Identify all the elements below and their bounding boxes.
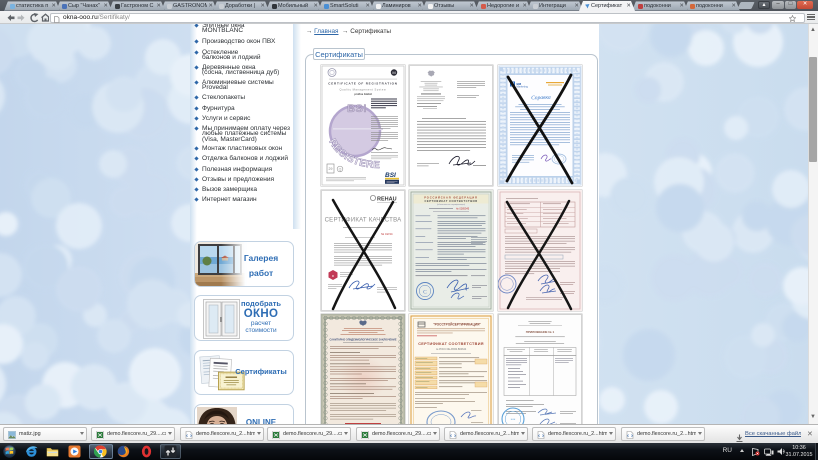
- svg-text:M: M: [392, 70, 395, 75]
- svg-text:СЕРТИФИКАТ СООТВЕТСТВИЯ: СЕРТИФИКАТ СООТВЕТСТВИЯ: [425, 199, 478, 203]
- svg-text:Справка: Справка: [531, 94, 551, 101]
- svg-text:Quality Management System: Quality Management System: [339, 87, 386, 91]
- svg-text:***: ***: [510, 417, 515, 422]
- svg-text:СЕРТИФИКАТ КАЧЕСТВА: СЕРТИФИКАТ КАЧЕСТВА: [324, 216, 402, 223]
- svg-text:№ 0285545: № 0285545: [456, 207, 470, 210]
- svg-text:BSI: BSI: [347, 103, 367, 115]
- svg-text:"РОССТРОЙСЕРТИФИКАЦИЯ": "РОССТРОЙСЕРТИФИКАЦИЯ": [433, 323, 481, 327]
- svg-text:CERTIFICATE OF REGISTRATION: CERTIFICATE OF REGISTRATION: [328, 81, 398, 85]
- svg-text:СЕРТИФИКАТ СООТВЕТСТВИЯ: СЕРТИФИКАТ СООТВЕТСТВИЯ: [418, 342, 484, 346]
- svg-text:Marketing: Marketing: [516, 84, 528, 88]
- svg-text:САНИТАРНО-ЭПИДЕМИОЛОГИЧЕСКОЕ З: САНИТАРНО-ЭПИДЕМИОЛОГИЧЕСКОЕ ЗАКЛЮЧЕНИЕ: [329, 339, 396, 342]
- svg-text:profine GmbH: profine GmbH: [354, 92, 371, 96]
- svg-text:Q: Q: [338, 167, 341, 171]
- svg-text:№ РОСС DE.АЮ64.В04644: № РОСС DE.АЮ64.В04644: [436, 348, 467, 351]
- svg-text:(обязательная сертификация): (обязательная сертификация): [437, 203, 465, 206]
- svg-text:С: С: [423, 289, 427, 295]
- svg-text:№ 02/34: № 02/34: [381, 232, 393, 236]
- svg-text:29: 29: [328, 167, 332, 171]
- svg-text:ПРИЛОЖЕНИЕ № 1: ПРИЛОЖЕНИЕ № 1: [525, 330, 554, 334]
- svg-text:РОССИЙСКАЯ ФЕДЕРАЦИЯ: РОССИЙСКАЯ ФЕДЕРАЦИЯ: [424, 195, 478, 199]
